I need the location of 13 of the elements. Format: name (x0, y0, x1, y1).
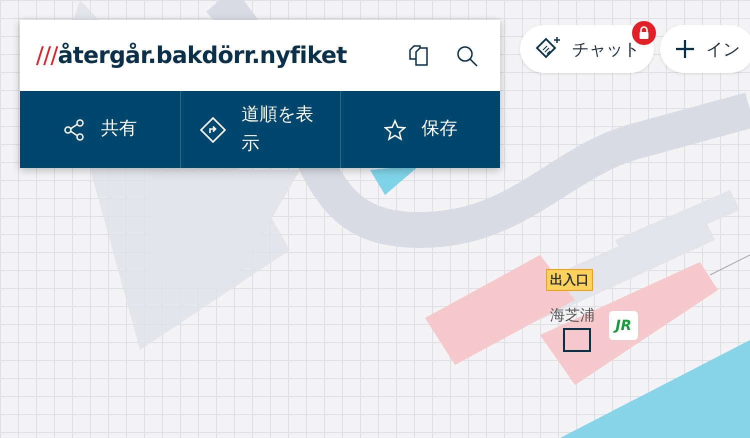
station-label: 海芝浦 (550, 306, 595, 325)
plus-icon (674, 38, 696, 60)
entrance-label: 出入口 (546, 269, 593, 291)
star-icon (384, 118, 406, 140)
share-button[interactable]: 共有 (20, 91, 180, 168)
station-logo: JR (609, 311, 638, 340)
save-button[interactable]: 保存 (340, 91, 500, 168)
address-text: ///återgår.bakdörr.nyfiket (36, 42, 348, 68)
share-icon (63, 118, 85, 140)
directions-button[interactable]: 道順を表示 (180, 91, 340, 168)
directions-icon (200, 116, 226, 142)
add-button[interactable]: イン (660, 25, 750, 73)
grid-square-marker (563, 328, 591, 352)
